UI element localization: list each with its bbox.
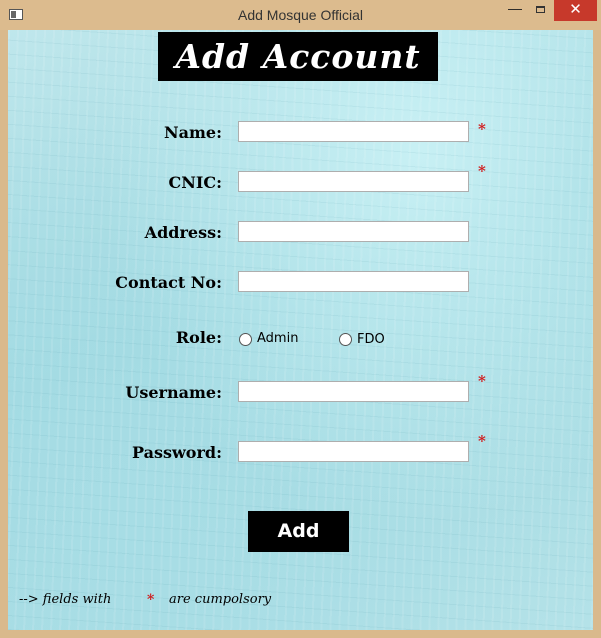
username-input[interactable] bbox=[238, 381, 469, 402]
footer-required-marker: * bbox=[147, 592, 155, 608]
username-required-marker: * bbox=[478, 372, 486, 390]
maximize-icon bbox=[536, 6, 545, 13]
password-required-marker: * bbox=[478, 432, 486, 450]
title-bar: Add Mosque Official — ✕ bbox=[0, 0, 601, 30]
close-button[interactable]: ✕ bbox=[554, 0, 597, 21]
role-admin-label: Admin bbox=[257, 331, 299, 346]
minimize-button[interactable]: — bbox=[502, 0, 528, 21]
page-title: Add Account bbox=[158, 32, 438, 81]
app-window: Add Mosque Official — ✕ Add Account Name… bbox=[0, 0, 601, 638]
footer-note-suffix: are cumpolsory bbox=[169, 592, 272, 607]
address-label: Address: bbox=[144, 223, 222, 242]
name-input[interactable] bbox=[238, 121, 469, 142]
add-button[interactable]: Add bbox=[248, 511, 349, 552]
username-label: Username: bbox=[125, 383, 222, 402]
name-required-marker: * bbox=[478, 120, 486, 138]
role-fdo-label: FDO bbox=[357, 332, 385, 347]
form-panel: Add Account Name: * CNIC: * Address: Con… bbox=[8, 30, 593, 630]
cnic-label: CNIC: bbox=[168, 173, 222, 192]
password-label: Password: bbox=[132, 443, 222, 462]
maximize-button[interactable] bbox=[528, 0, 554, 21]
address-input[interactable] bbox=[238, 221, 469, 242]
footer-note-prefix: --> fields with bbox=[19, 592, 112, 607]
cnic-required-marker: * bbox=[478, 162, 486, 180]
role-admin-radio[interactable] bbox=[239, 333, 252, 346]
role-fdo-radio[interactable] bbox=[339, 333, 352, 346]
role-label: Role: bbox=[175, 328, 222, 347]
password-input[interactable] bbox=[238, 441, 469, 462]
cnic-input[interactable] bbox=[238, 171, 469, 192]
contact-no-label: Contact No: bbox=[115, 273, 222, 292]
name-label: Name: bbox=[163, 123, 222, 142]
contact-no-input[interactable] bbox=[238, 271, 469, 292]
